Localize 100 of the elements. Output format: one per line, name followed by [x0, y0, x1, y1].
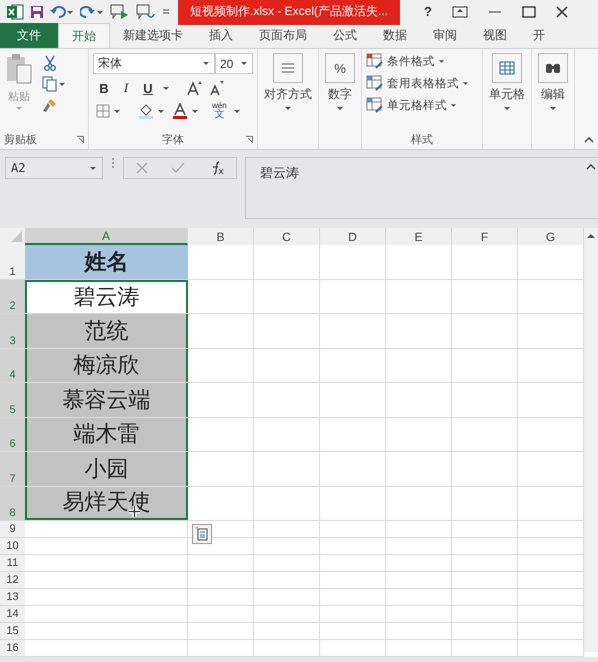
column-header[interactable]: E: [386, 228, 452, 245]
caret-icon: [438, 58, 445, 64]
caret-icon: [240, 61, 248, 66]
caret-icon: [336, 106, 344, 111]
collapse-ribbon-icon[interactable]: [584, 137, 594, 143]
borders-icon[interactable]: [96, 104, 122, 118]
name-box[interactable]: A2: [5, 157, 103, 179]
dialog-launcher-icon[interactable]: [77, 136, 84, 142]
copy-icon[interactable]: [42, 76, 66, 92]
ribbon-tab[interactable]: 文件: [0, 23, 58, 48]
group-label: 字体: [162, 132, 184, 146]
row-header[interactable]: 9: [0, 521, 25, 537]
scroll-up-icon[interactable]: [586, 232, 596, 240]
group-label: 样式: [411, 132, 433, 146]
alignment-button[interactable]: 对齐方式: [264, 53, 312, 111]
row-header[interactable]: 3: [0, 314, 25, 348]
fill-color-icon[interactable]: [138, 103, 166, 119]
comment-refresh-icon[interactable]: [136, 4, 156, 20]
maximize-icon[interactable]: [522, 6, 536, 18]
format-painter-icon[interactable]: [42, 97, 58, 113]
font-color-icon[interactable]: [172, 103, 200, 119]
column-header[interactable]: F: [452, 228, 518, 245]
binoculars-icon: [538, 53, 568, 83]
bold-button[interactable]: B: [96, 80, 112, 96]
column-header[interactable]: D: [320, 228, 386, 245]
table-cell: 小园: [25, 452, 188, 486]
ribbon-tab[interactable]: 开始: [58, 23, 110, 48]
caret-icon: [15, 106, 23, 111]
table-style-icon: [366, 75, 384, 91]
font-name-field[interactable]: 宋体: [93, 53, 215, 74]
caret-icon: [462, 80, 469, 86]
ribbon-tab[interactable]: 审阅: [420, 23, 470, 48]
font-size-field[interactable]: 20: [215, 53, 253, 74]
help-button[interactable]: ?: [424, 4, 432, 19]
align-lines-icon: [273, 53, 303, 83]
table-cell: 碧云涛: [25, 280, 188, 313]
table-cell: 慕容云端: [25, 383, 188, 416]
save-icon[interactable]: [30, 4, 44, 18]
editing-button[interactable]: 编辑: [538, 53, 568, 111]
table-cell: 姓名: [25, 245, 188, 278]
ribbon-display-icon[interactable]: [452, 6, 468, 18]
ribbon-tab[interactable]: 数据: [370, 23, 420, 48]
table-cell: 端木雷: [25, 418, 188, 451]
caret-icon: [503, 106, 511, 111]
row-header[interactable]: 1: [0, 245, 25, 278]
row-header[interactable]: 6: [0, 418, 25, 451]
row-header[interactable]: 16: [0, 640, 25, 656]
column-header[interactable]: B: [188, 228, 254, 245]
column-header[interactable]: C: [254, 228, 320, 245]
ribbon-tab[interactable]: 视图: [470, 23, 520, 48]
table-style-icon: [366, 53, 384, 69]
table-cell: 梅凉欣: [25, 348, 188, 382]
ribbon-tab[interactable]: 公式: [320, 23, 370, 48]
styles-menu-button[interactable]: 套用表格格式: [366, 75, 478, 91]
close-icon[interactable]: [556, 6, 568, 18]
shrink-font-icon[interactable]: [208, 80, 224, 96]
caret-icon: [89, 166, 97, 170]
ribbon-tab[interactable]: 插入: [196, 23, 246, 48]
row-header[interactable]: 5: [0, 383, 25, 416]
row-header[interactable]: 11: [0, 555, 25, 571]
cells-button[interactable]: 单元格: [489, 53, 525, 111]
styles-menu-button[interactable]: 条件格式: [366, 53, 478, 69]
redo-icon[interactable]: [80, 4, 104, 18]
ribbon-tab[interactable]: 页面布局: [246, 23, 320, 48]
column-header[interactable]: A: [25, 228, 188, 245]
row-header[interactable]: 2: [0, 280, 25, 313]
row-header[interactable]: 7: [0, 452, 25, 486]
group-label: 剪贴板: [4, 132, 37, 146]
grip-icon: [111, 157, 115, 169]
window-title: 短视频制作.xlsx - Excel(产品激活失...: [178, 0, 400, 24]
quick-analysis-icon[interactable]: [192, 524, 212, 544]
row-header[interactable]: 8: [0, 486, 25, 520]
grow-font-icon[interactable]: [186, 80, 202, 96]
ribbon-tab[interactable]: 开: [520, 23, 558, 48]
grid-icon: [492, 53, 522, 83]
vertical-scrollbar[interactable]: [584, 228, 598, 652]
phonetic-button[interactable]: wén 文: [212, 102, 227, 120]
caret-icon: [202, 61, 210, 66]
caret-icon: [549, 106, 557, 111]
undo-icon[interactable]: [50, 4, 74, 18]
underline-button[interactable]: U: [140, 80, 156, 96]
excel-logo-icon[interactable]: [6, 4, 24, 20]
row-header[interactable]: 12: [0, 572, 25, 588]
customize-icon[interactable]: [162, 6, 170, 16]
formula-field[interactable]: 碧云涛: [245, 157, 598, 219]
italic-button[interactable]: I: [118, 80, 134, 96]
dialog-launcher-icon[interactable]: [246, 136, 253, 142]
dropdown-arrow-icon[interactable]: [232, 108, 241, 114]
row-header[interactable]: 14: [0, 606, 25, 622]
row-header[interactable]: 4: [0, 348, 25, 382]
dropdown-arrow-icon[interactable]: [162, 86, 170, 90]
row-header[interactable]: 10: [0, 538, 25, 554]
row-header[interactable]: 15: [0, 623, 25, 639]
cut-icon[interactable]: [42, 55, 58, 71]
row-header[interactable]: 13: [0, 589, 25, 605]
ribbon-tab[interactable]: 新建选项卡: [110, 23, 196, 48]
styles-menu-button[interactable]: 单元格样式: [366, 97, 478, 113]
collapse-icon[interactable]: [586, 164, 596, 170]
comment-play-icon[interactable]: [110, 4, 130, 20]
table-style-icon: [366, 97, 384, 113]
